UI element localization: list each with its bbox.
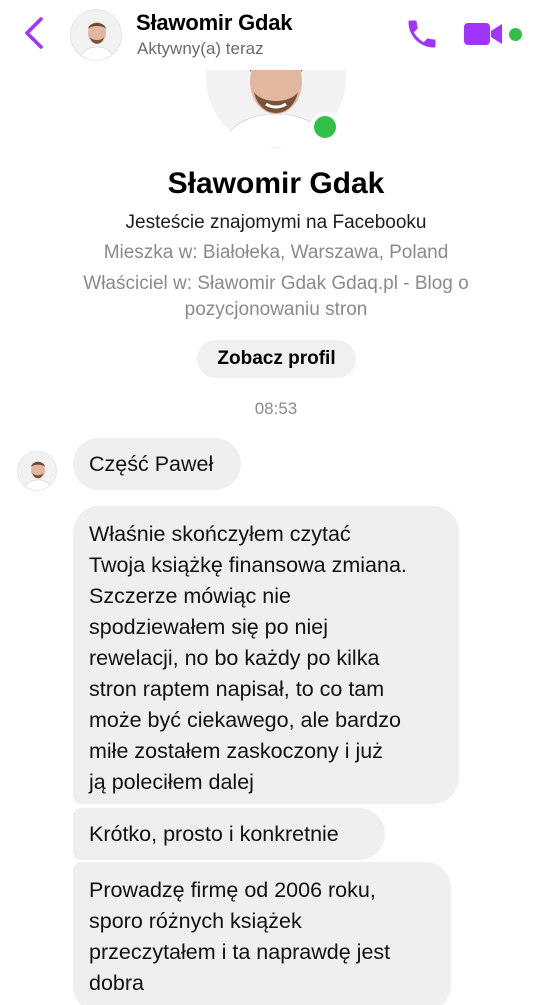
profile-name: Sławomir Gdak [167, 167, 385, 200]
person-avatar-icon [71, 10, 121, 60]
header-avatar[interactable] [70, 9, 122, 61]
back-chevron-icon[interactable] [22, 16, 48, 50]
person-avatar-icon [18, 452, 56, 490]
sender-avatar[interactable] [17, 451, 57, 491]
header-active-status: Aktywny(a) teraz [137, 39, 264, 58]
profile-location-info: Mieszka w: Białołeka, Warszawa, Poland [103, 242, 449, 263]
message-timestamp: 08:53 [254, 399, 298, 418]
profile-friends-info: Jesteście znajomymi na Facebooku [125, 212, 427, 233]
profile-online-indicator [310, 112, 340, 142]
video-camera-icon[interactable] [464, 21, 504, 47]
message-bubble[interactable]: Prowadzę firmę od 2006 roku, sporo różny… [73, 862, 451, 1005]
message-bubble[interactable]: Część Paweł [73, 438, 241, 490]
profile-work-info: Właściciel w: Sławomir Gdak Gdaq.pl - Bl… [83, 273, 469, 320]
active-status-dot [509, 28, 522, 41]
message-bubble[interactable]: Krótko, prosto i konkretnie [73, 808, 385, 860]
message-bubble[interactable]: Właśnie skończyłem czytać Twoja książkę … [73, 506, 459, 804]
view-profile-button[interactable]: Zobacz profil [197, 340, 356, 378]
phone-icon[interactable] [404, 16, 440, 52]
chat-header: Sławomir Gdak Aktywny(a) teraz [0, 0, 552, 70]
header-contact-name[interactable]: Sławomir Gdak [136, 10, 293, 36]
